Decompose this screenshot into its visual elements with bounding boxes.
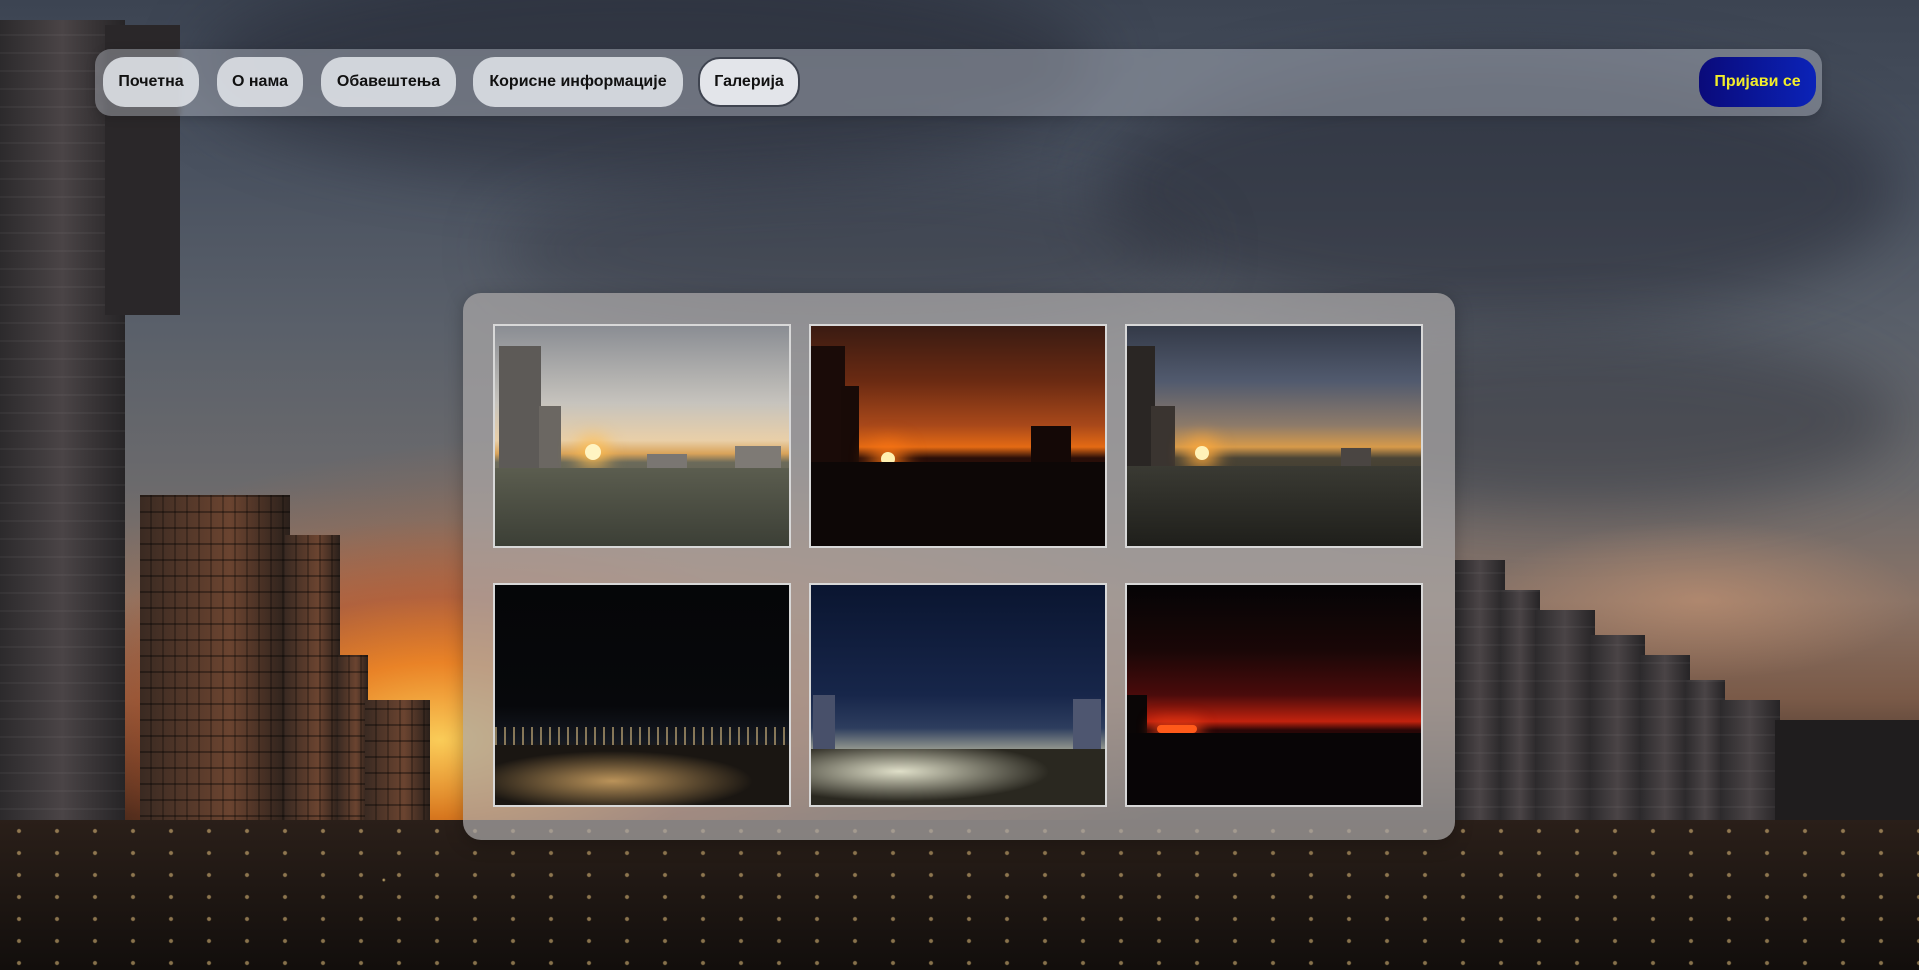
photo-blue-sky-sunset [1127,326,1421,546]
gallery-photo-1[interactable] [493,324,791,548]
photo-cloudy-sunset [495,326,789,546]
gallery-photo-3[interactable] [1125,324,1423,548]
gallery-photo-4[interactable] [493,583,791,807]
nav-about-button[interactable]: О нама [217,57,303,107]
top-navbar: Почетна О нама Обавештења Корисне информ… [95,49,1822,116]
photo-dark-red-night [1127,585,1421,805]
nav-home-button[interactable]: Почетна [103,57,199,107]
gallery-photo-5[interactable] [809,583,1107,807]
gallery-panel [463,293,1455,840]
gallery-photo-6[interactable] [1125,583,1423,807]
login-button[interactable]: Пријави се [1699,57,1816,107]
nav-gallery-button[interactable]: Галерија [698,57,800,107]
nav-useful-info-button[interactable]: Корисне информације [473,57,683,107]
nav-announcements-button[interactable]: Обавештења [321,57,456,107]
photo-blue-hour-city [811,585,1105,805]
gallery-photo-2[interactable] [809,324,1107,548]
photo-night-city [495,585,789,805]
photo-red-sunset [811,326,1105,546]
